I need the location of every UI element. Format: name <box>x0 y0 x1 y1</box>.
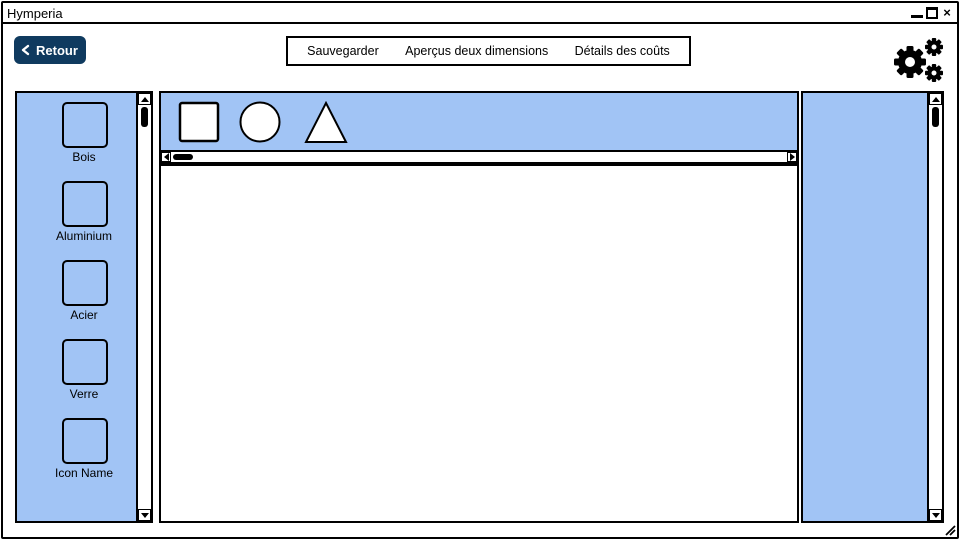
menu-item-cost-details[interactable]: Détails des coûts <box>575 44 670 58</box>
minimize-icon[interactable] <box>911 7 923 19</box>
scroll-up-icon[interactable] <box>138 93 151 105</box>
maximize-icon[interactable] <box>926 7 938 19</box>
material-thumbnail[interactable] <box>62 181 108 227</box>
material-label: Aluminium <box>55 229 112 243</box>
shapes-scrollbar[interactable] <box>159 150 799 164</box>
material-thumbnail[interactable] <box>62 418 108 464</box>
circle-shape-icon[interactable] <box>239 101 281 143</box>
material-thumbnail[interactable] <box>62 260 108 306</box>
material-label: Acier <box>70 308 98 322</box>
top-menu: Sauvegarder Aperçus deux dimensions Déta… <box>286 36 691 66</box>
back-button[interactable]: Retour <box>14 36 86 64</box>
design-canvas[interactable] <box>159 164 799 523</box>
materials-panel: Bois Aluminium Acier Verre Icon Name <box>15 91 153 523</box>
scroll-thumb[interactable] <box>141 107 148 127</box>
scroll-down-icon[interactable] <box>138 509 151 521</box>
close-icon[interactable]: × <box>941 6 953 19</box>
properties-scrollbar[interactable] <box>927 93 942 521</box>
scroll-thumb[interactable] <box>173 154 193 160</box>
scroll-down-icon[interactable] <box>929 509 942 521</box>
window-controls: × <box>911 5 953 21</box>
shapes-toolbar <box>159 91 799 151</box>
scroll-right-icon[interactable] <box>787 152 797 162</box>
materials-scrollbar[interactable] <box>136 93 151 521</box>
scroll-up-icon[interactable] <box>929 93 942 105</box>
material-label: Verre <box>69 387 99 401</box>
settings-gears-icon[interactable] <box>892 37 946 85</box>
material-label: Bois <box>72 150 96 164</box>
title-bar: Hymperia × <box>3 3 957 24</box>
window-title: Hymperia <box>7 6 63 21</box>
properties-panel <box>801 91 944 523</box>
scroll-left-icon[interactable] <box>161 152 171 162</box>
triangle-shape-icon[interactable] <box>304 101 348 143</box>
chevron-left-icon <box>21 44 30 56</box>
scroll-thumb[interactable] <box>932 107 939 127</box>
material-thumbnail[interactable] <box>62 102 108 148</box>
material-thumbnail[interactable] <box>62 339 108 385</box>
resize-grip-icon[interactable] <box>944 524 956 536</box>
menu-item-2d-preview[interactable]: Aperçus deux dimensions <box>405 44 548 58</box>
back-button-label: Retour <box>36 42 78 58</box>
menu-item-save[interactable]: Sauvegarder <box>307 44 379 58</box>
square-shape-icon[interactable] <box>178 101 220 143</box>
material-label: Icon Name <box>54 466 114 480</box>
